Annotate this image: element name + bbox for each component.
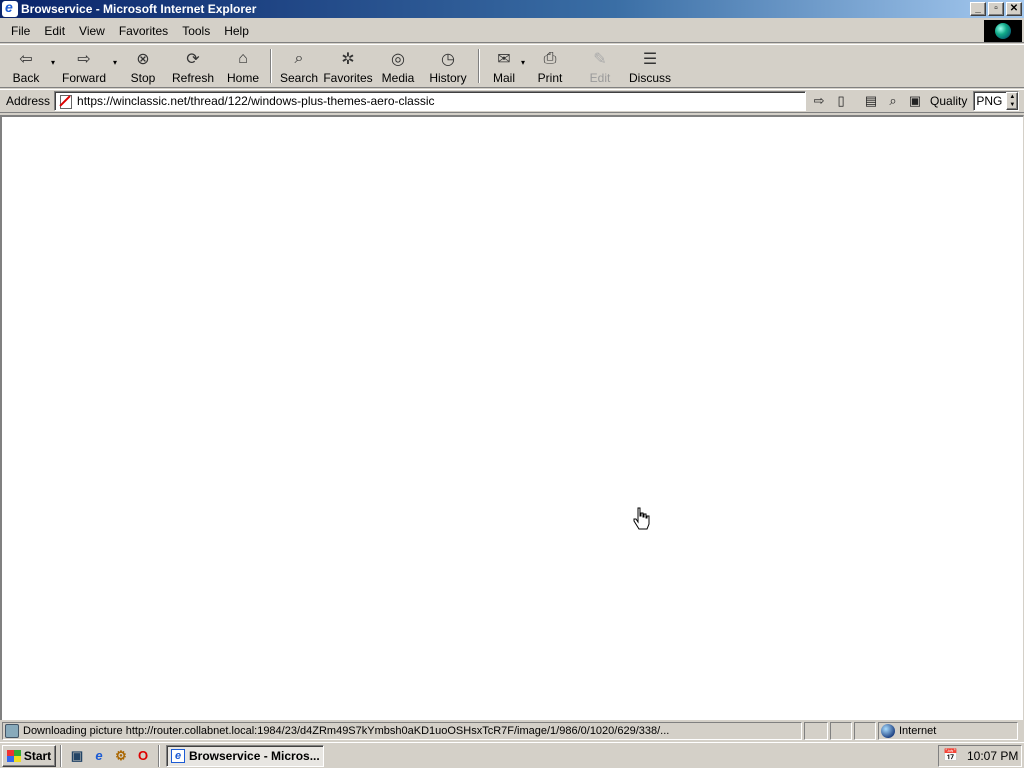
menu-tools[interactable]: Tools [175, 24, 217, 38]
media-button[interactable]: ◎ Media [374, 45, 422, 87]
go-arrow-icon[interactable]: ⇨ [810, 92, 828, 110]
mail-icon: ✉ [497, 51, 511, 68]
status-bar: Downloading picture http://router.collab… [0, 721, 1024, 741]
standard-toolbar: ⇦ Back ▾ ⇨ Forward ▾ ⊗ Stop ⟳ Refresh ⌂ … [0, 44, 1024, 88]
show-desktop-icon[interactable]: ▣ [68, 747, 86, 765]
windows-flag-icon [6, 749, 21, 762]
status-message-pane: Downloading picture http://router.collab… [2, 722, 802, 740]
quality-select[interactable]: PNG ▲ ▼ [973, 91, 1020, 111]
back-arrow-icon: ⇦ [19, 51, 33, 68]
refresh-button[interactable]: ⟳ Refresh [166, 45, 220, 87]
taskbar-button-browservice[interactable]: e Browservice - Micros... [166, 744, 324, 767]
toolbar-separator [270, 49, 272, 83]
internet-explorer-icon[interactable]: e [90, 747, 108, 765]
schedule-icon[interactable]: 📅 [943, 748, 959, 764]
menu-file[interactable]: File [4, 24, 37, 38]
back-button[interactable]: ⇦ Back [4, 45, 48, 87]
edit-button[interactable]: ✎ Edit [572, 45, 628, 87]
globe-icon [995, 23, 1011, 39]
spin-down-icon[interactable]: ▼ [1007, 101, 1017, 109]
refresh-icon: ⟳ [186, 51, 200, 68]
security-zone-pane[interactable]: Internet [878, 722, 1018, 740]
print-button[interactable]: ⎙ Print [528, 45, 572, 87]
browser-viewport[interactable] [0, 115, 1024, 720]
quality-value: PNG [976, 94, 1003, 108]
history-icon: ◷ [441, 51, 455, 68]
history-button[interactable]: ◷ History [422, 45, 474, 87]
system-tray: 📅 10:07 PM [938, 745, 1022, 767]
start-button[interactable]: Start [2, 744, 56, 767]
caption-buttons: _ ▫ ✕ [970, 2, 1022, 16]
internet-globe-icon [881, 724, 895, 738]
mail-dropdown-button[interactable]: ▾ [518, 45, 528, 87]
address-label: Address [6, 94, 51, 108]
book-icon[interactable]: ▤ [862, 92, 880, 110]
address-tools: ⇨ ▯ ▤ ⌕ ▣ [810, 92, 924, 110]
taskbar-separator [60, 744, 62, 767]
menu-help[interactable]: Help [217, 24, 256, 38]
discuss-button[interactable]: ☰ Discuss [628, 45, 672, 87]
close-button[interactable]: ✕ [1006, 2, 1022, 16]
address-input[interactable]: https://winclassic.net/thread/122/window… [54, 91, 807, 111]
discuss-icon: ☰ [642, 51, 658, 68]
window-titlebar[interactable]: Browservice - Microsoft Internet Explore… [0, 0, 1024, 18]
media-icon: ◎ [391, 51, 405, 68]
stop-button[interactable]: ⊗ Stop [120, 45, 166, 87]
home-button[interactable]: ⌂ Home [220, 45, 266, 87]
back-dropdown-button[interactable]: ▾ [48, 45, 58, 87]
spin-up-icon[interactable]: ▲ [1007, 93, 1017, 101]
favorites-folder-icon: ✲ [341, 51, 355, 68]
favorites-button[interactable]: ✲ Favorites [322, 45, 374, 87]
search-button[interactable]: ⌕ Search [276, 45, 322, 87]
search-icon: ⌕ [294, 50, 304, 67]
taskbar-separator [158, 744, 160, 767]
security-zone-label: Internet [899, 725, 937, 737]
menu-edit[interactable]: Edit [37, 24, 72, 38]
status-pane-privacy [854, 722, 876, 740]
quality-label: Quality [930, 94, 968, 108]
address-bar: Address https://winclassic.net/thread/12… [0, 89, 1024, 113]
window-title: Browservice - Microsoft Internet Explore… [21, 2, 257, 16]
edit-page-icon: ✎ [593, 51, 607, 68]
network-icon[interactable]: ⚙ [112, 747, 130, 765]
windows-logo-throbber [984, 20, 1022, 42]
forward-button[interactable]: ⇨ Forward [58, 45, 110, 87]
forward-arrow-icon: ⇨ [77, 51, 91, 68]
taskbar: Start ▣ e ⚙ O e Browservice - Micros... … [0, 742, 1024, 768]
find-binoculars-icon[interactable]: ⌕ [884, 92, 902, 110]
status-pane-lock [830, 722, 852, 740]
ie-task-icon: e [171, 748, 185, 763]
status-message: Downloading picture http://router.collab… [23, 725, 670, 737]
maximize-button[interactable]: ▫ [988, 2, 1004, 16]
address-url[interactable]: https://winclassic.net/thread/122/window… [77, 94, 435, 108]
blocked-page-icon [57, 93, 73, 109]
menu-bar: File Edit View Favorites Tools Help [0, 19, 1024, 43]
bookmark-icon[interactable]: ▯ [832, 92, 850, 110]
status-pane-progress [804, 722, 828, 740]
clock[interactable]: 10:07 PM [967, 749, 1018, 763]
opera-icon[interactable]: O [134, 747, 152, 765]
start-label: Start [23, 748, 52, 763]
download-icon [5, 724, 19, 738]
quality-spinner[interactable]: ▲ ▼ [1006, 92, 1019, 110]
stop-icon: ⊗ [136, 51, 150, 68]
toolbar-separator [478, 49, 480, 83]
clipboard-icon[interactable]: ▣ [906, 92, 924, 110]
minimize-button[interactable]: _ [970, 2, 986, 16]
printer-icon: ⎙ [543, 50, 557, 67]
hand-cursor-icon [633, 507, 650, 530]
forward-dropdown-button[interactable]: ▾ [110, 45, 120, 87]
home-icon: ⌂ [238, 50, 248, 67]
taskbar-button-label: Browservice - Micros... [189, 748, 320, 763]
ie-app-icon[interactable] [2, 0, 18, 17]
menu-favorites[interactable]: Favorites [112, 24, 175, 38]
menu-view[interactable]: View [72, 24, 112, 38]
